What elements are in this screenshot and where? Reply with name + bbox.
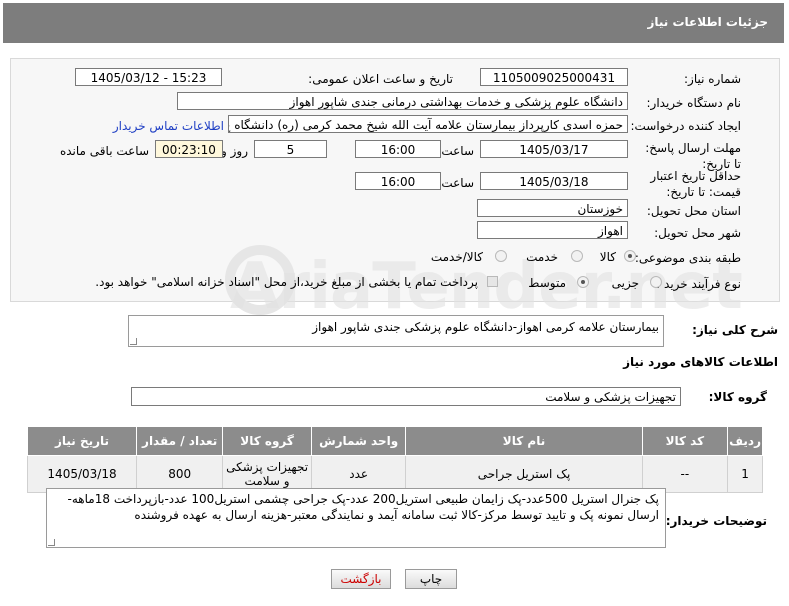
cell-unit: عدد (310, 455, 407, 493)
process-type-label: نوع فرآیند خرید : (656, 277, 741, 291)
col-quantity: تعداد / مقدار (136, 426, 224, 456)
cell-name: پک استریل جراحی (405, 455, 643, 493)
buyer-notes-field: پک جنرال استریل 500عدد-پک زایمان طبیعی ا… (46, 488, 666, 548)
goods-group-label: گروه کالا: (708, 390, 767, 404)
goods-table: ردیف کد کالا نام کالا واحد شمارش گروه کا… (26, 426, 763, 493)
category-radio-goods-service[interactable] (495, 250, 507, 262)
treasury-payment-note: پرداخت تمام یا بخشی از مبلغ خرید،از محل … (95, 275, 478, 289)
table-row: 1 -- پک استریل جراحی عدد تجهیزات پزشکی و… (26, 455, 763, 493)
page-header: جزئیات اطلاعات نیاز (3, 3, 784, 43)
page-title: جزئیات اطلاعات نیاز (647, 15, 768, 29)
buyer-org-label: نام دستگاه خریدار: (646, 96, 742, 110)
notes-resize-handle[interactable] (48, 539, 55, 546)
deadline-time-label: ساعت (441, 144, 474, 158)
city-label: شهر محل تحویل: (654, 226, 741, 240)
announce-datetime-field: 1405/03/12 - 15:23 (75, 68, 222, 86)
validity-label: حداقل تاریخ اعتبار قیمت: تا تاریخ: (650, 169, 741, 199)
cell-date: 1405/03/18 (26, 455, 138, 493)
summary-field: بیمارستان علامه کرمی اهواز-دانشگاه علوم … (128, 315, 664, 347)
back-button[interactable]: بازگشت (331, 569, 391, 589)
need-number-field: 1105009025000431 (480, 68, 628, 86)
time-remaining-label: ساعت باقی مانده (59, 144, 149, 158)
category-option-goods-service: کالا/خدمت (430, 250, 483, 264)
days-remaining-field: 5 (254, 140, 327, 158)
province-label: استان محل تحویل: (646, 204, 741, 218)
city-field: اهواز (477, 221, 628, 239)
col-unit: واحد شمارش (310, 426, 407, 456)
buyer-org-field: دانشگاه علوم پزشکی و خدمات بهداشتی درمان… (177, 92, 628, 110)
category-label: طبقه بندی موضوعی: (634, 251, 741, 265)
process-radio-medium[interactable] (577, 276, 589, 288)
validity-time-label: ساعت (441, 176, 474, 190)
goods-info-title: اطلاعات کالاهای مورد نیاز (623, 355, 778, 369)
category-option-service: خدمت (526, 250, 558, 264)
deadline-date-field: 1405/03/17 (480, 140, 628, 158)
announce-label: تاریخ و ساعت اعلان عمومی: (308, 72, 453, 86)
cell-group: تجهیزات پزشکی و سلامت (222, 455, 312, 493)
validity-time-field: 16:00 (355, 172, 441, 190)
col-code: کد کالا (641, 426, 729, 456)
requester-label: ایجاد کننده درخواست: (630, 119, 741, 133)
requester-field: حمزه اسدی کارپرداز بیمارستان علامه آیت ا… (228, 115, 628, 133)
buyer-contact-link[interactable]: اطلاعات تماس خریدار (113, 119, 224, 133)
summary-resize-handle[interactable] (130, 338, 137, 345)
category-option-goods: کالا (599, 250, 616, 264)
print-button[interactable]: چاپ (405, 569, 457, 589)
buyer-notes-label: توضیحات خریدار: (665, 514, 767, 528)
process-option-minor: جزیی (611, 276, 639, 290)
days-label: روز و (221, 144, 248, 158)
category-radio-goods[interactable] (624, 250, 636, 262)
col-row: ردیف (727, 426, 763, 456)
validity-date-field: 1405/03/18 (480, 172, 628, 190)
time-remaining-field: 00:23:10 (155, 140, 223, 158)
category-radio-service[interactable] (571, 250, 583, 262)
cell-quantity: 800 (136, 455, 224, 493)
need-number-label: شماره نیاز: (684, 72, 741, 86)
col-name: نام کالا (405, 426, 643, 456)
goods-table-header: ردیف کد کالا نام کالا واحد شمارش گروه کا… (26, 426, 763, 456)
province-field: خوزستان (477, 199, 628, 217)
col-group: گروه کالا (222, 426, 312, 456)
cell-row: 1 (727, 455, 763, 493)
process-radio-minor[interactable] (650, 276, 662, 288)
process-option-medium: متوسط (528, 276, 566, 290)
treasury-payment-checkbox[interactable] (487, 276, 498, 287)
deadline-time-field: 16:00 (355, 140, 441, 158)
col-date: تاریخ نیاز (26, 426, 138, 456)
summary-label: شرح کلی نیاز: (692, 323, 778, 337)
goods-group-field: تجهیزات پزشکی و سلامت (131, 387, 681, 406)
cell-code: -- (641, 455, 729, 493)
